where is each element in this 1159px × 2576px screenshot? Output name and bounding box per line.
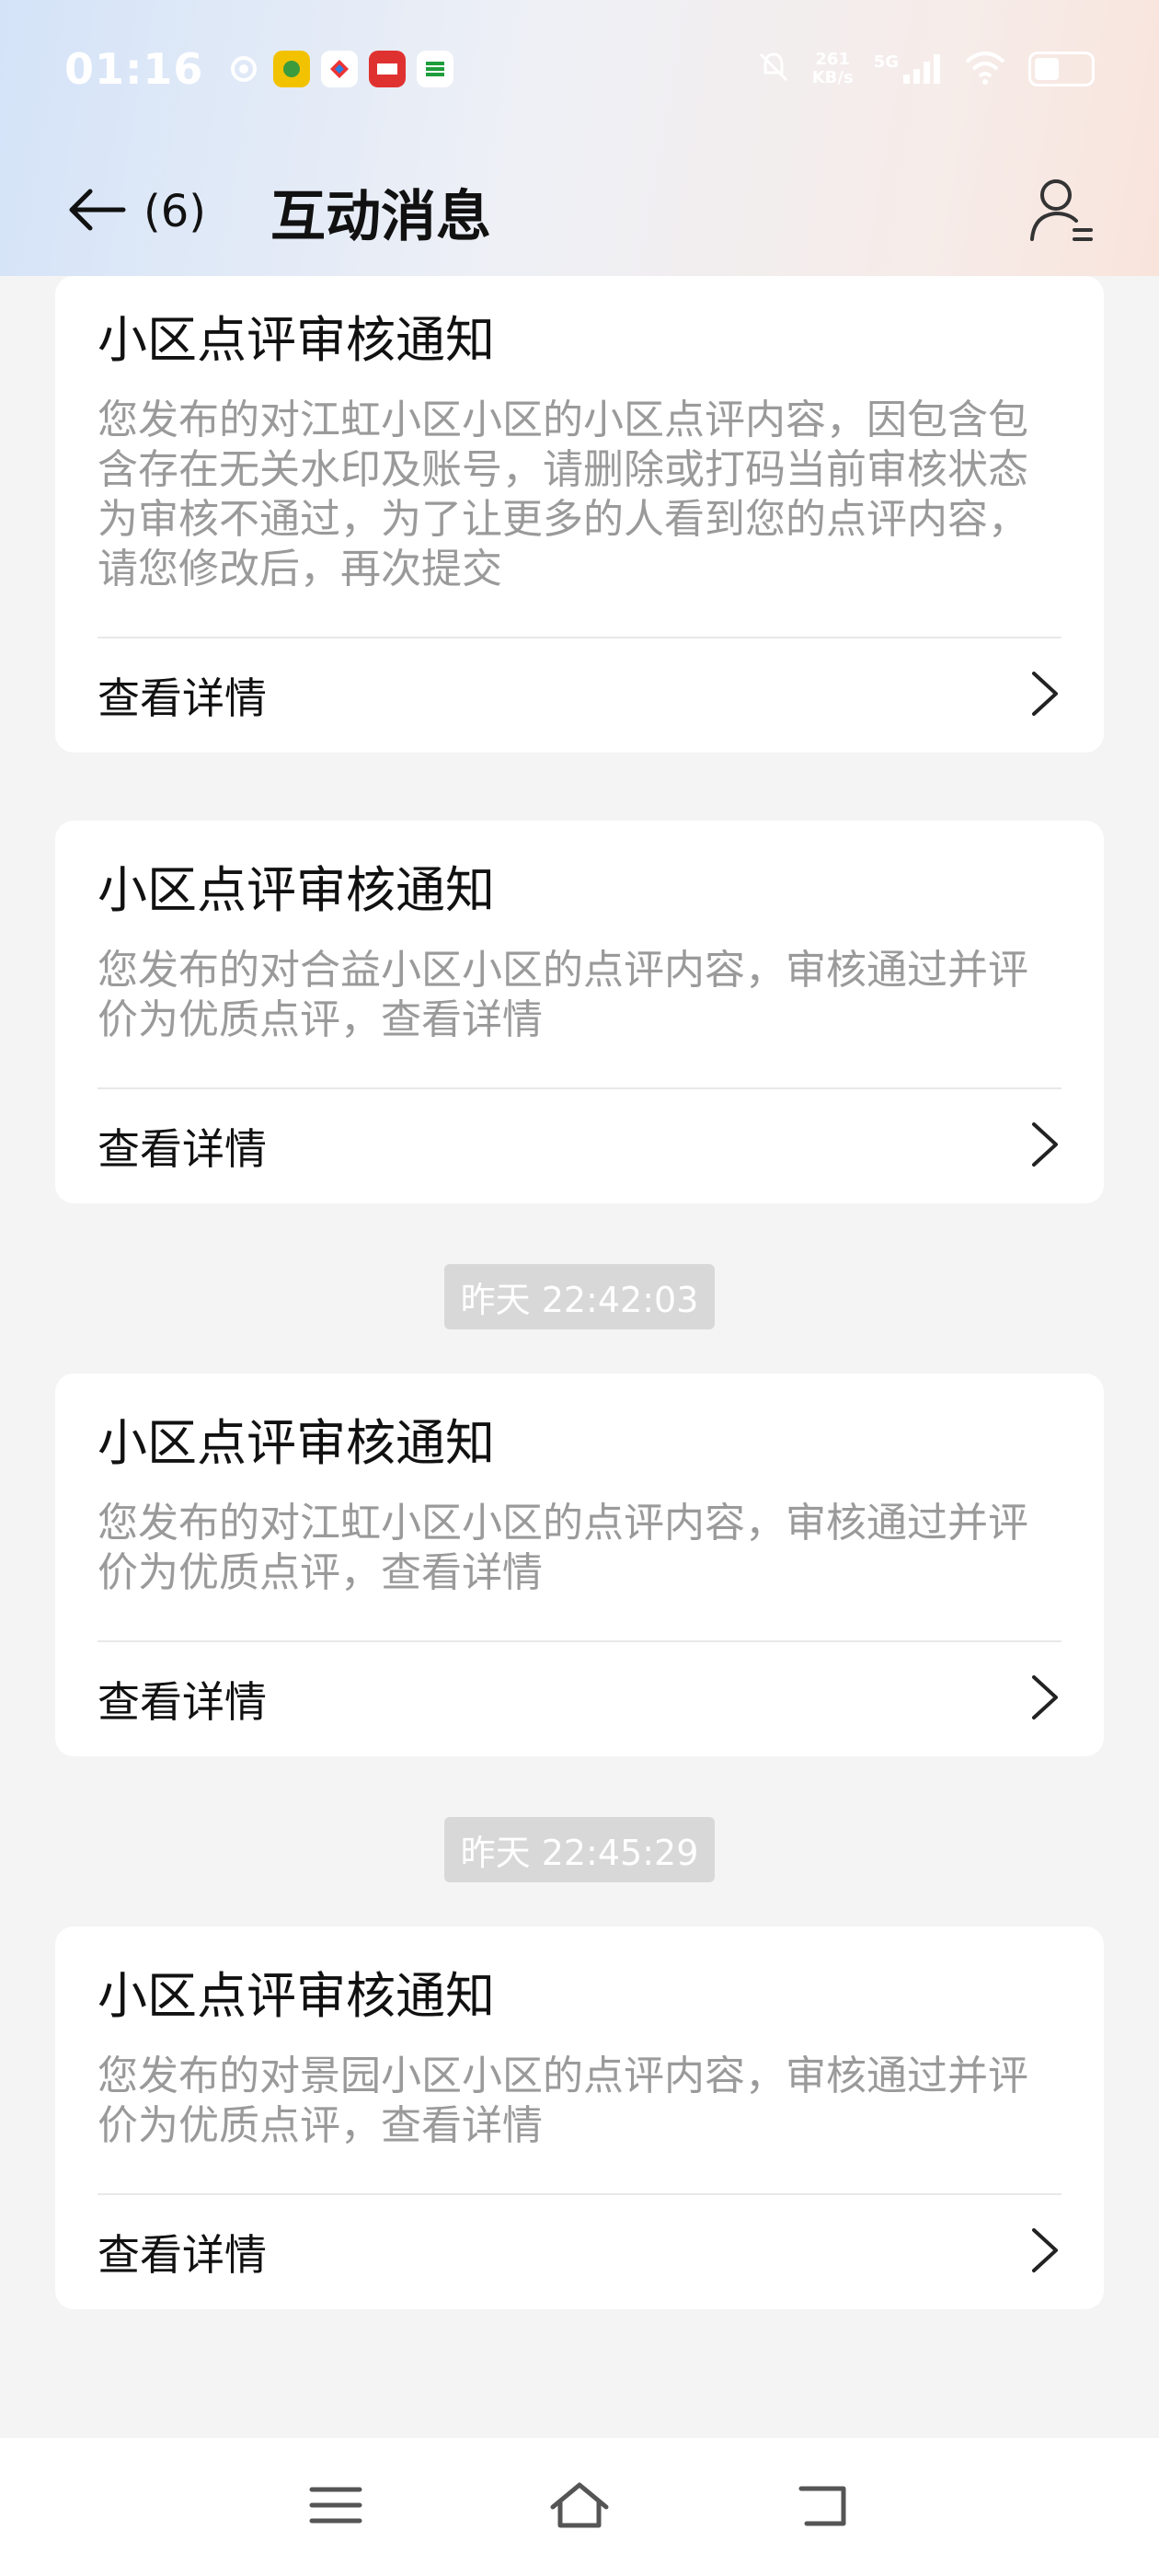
system-navigation-bar <box>0 2438 1159 2576</box>
message-card: 小区点评审核通知 您发布的对合益小区小区的点评内容，审核通过并评价为优质点评，查… <box>55 821 1104 1203</box>
postal-notification-icon <box>417 51 454 87</box>
view-details-link[interactable]: 查看详情 <box>98 1640 1061 1756</box>
signal-icon: 5G <box>874 52 942 86</box>
status-notification-icons <box>225 51 454 87</box>
back-button[interactable]: (6) <box>64 186 206 237</box>
wifi-icon <box>962 49 1008 89</box>
app-header: (6) 互动消息 <box>0 156 1159 267</box>
view-details-link[interactable]: 查看详情 <box>98 2193 1061 2309</box>
message-card: 小区点评审核通知 您发布的对江虹小区小区的点评内容，审核通过并评价为优质点评，查… <box>55 1374 1104 1756</box>
view-details-label: 查看详情 <box>98 1124 267 1174</box>
network-speed-value: 261 <box>815 50 850 69</box>
status-indicators: 261 KB/s 5G <box>755 49 1095 89</box>
app-notification-icon <box>273 51 311 87</box>
status-time: 01:16 <box>64 44 204 94</box>
battery-icon <box>1028 52 1095 86</box>
chevron-right-icon <box>1028 1121 1061 1172</box>
network-speed-unit: KB/s <box>811 68 854 87</box>
back-icon[interactable] <box>796 2479 851 2535</box>
app-notification-icon <box>369 51 407 87</box>
menu-icon[interactable] <box>308 2482 363 2532</box>
chevron-right-icon <box>1028 1673 1061 1725</box>
card-title: 小区点评审核通知 <box>98 1967 495 2025</box>
card-body: 您发布的对景园小区小区的点评内容，审核通过并评价为优质点评，查看详情 <box>98 2053 1028 2149</box>
timestamp-row: 昨天 22:45:29 <box>55 1817 1104 1882</box>
settings-notification-icon <box>225 51 262 87</box>
message-card: 小区点评审核通知 您发布的对江虹小区小区的小区点评内容，因包含包含存在无关水印及… <box>55 276 1104 753</box>
card-body: 您发布的对江虹小区小区的小区点评内容，因包含包含存在无关水印及账号，请删除或打码… <box>98 397 1028 592</box>
card-body: 您发布的对江虹小区小区的点评内容，审核通过并评价为优质点评，查看详情 <box>98 1500 1028 1596</box>
app-notification-icon <box>321 51 359 87</box>
card-title: 小区点评审核通知 <box>98 311 495 369</box>
signal-type: 5G <box>873 52 899 72</box>
view-details-link[interactable]: 查看详情 <box>98 637 1061 753</box>
chevron-right-icon <box>1028 670 1061 721</box>
unread-count: (6) <box>143 186 206 237</box>
card-title: 小区点评审核通知 <box>98 1414 495 1472</box>
view-details-link[interactable]: 查看详情 <box>98 1087 1061 1203</box>
card-title: 小区点评审核通知 <box>98 861 495 919</box>
message-timestamp: 昨天 22:42:03 <box>443 1264 716 1329</box>
message-timestamp: 昨天 22:45:29 <box>443 1817 716 1882</box>
profile-button[interactable] <box>1028 175 1095 248</box>
chevron-right-icon <box>1028 2226 1061 2278</box>
home-icon[interactable] <box>547 2479 612 2535</box>
view-details-label: 查看详情 <box>98 1677 267 1727</box>
user-settings-icon <box>1028 179 1095 248</box>
view-details-label: 查看详情 <box>98 2230 267 2280</box>
message-card: 小区点评审核通知 您发布的对景园小区小区的点评内容，审核通过并评价为优质点评，查… <box>55 1926 1104 2309</box>
network-speed: 261 KB/s <box>812 51 854 87</box>
card-body: 您发布的对合益小区小区的点评内容，审核通过并评价为优质点评，查看详情 <box>98 947 1028 1043</box>
page-title: 互动消息 <box>270 184 491 249</box>
arrow-left-icon <box>64 187 129 236</box>
message-list: 小区点评审核通知 您发布的对江虹小区小区的小区点评内容，因包含包含存在无关水印及… <box>55 276 1104 2377</box>
status-bar: 01:16 261 KB/s 5G <box>0 0 1159 138</box>
view-details-label: 查看详情 <box>98 673 267 723</box>
timestamp-row: 昨天 22:42:03 <box>55 1264 1104 1329</box>
mute-icon <box>755 49 792 89</box>
